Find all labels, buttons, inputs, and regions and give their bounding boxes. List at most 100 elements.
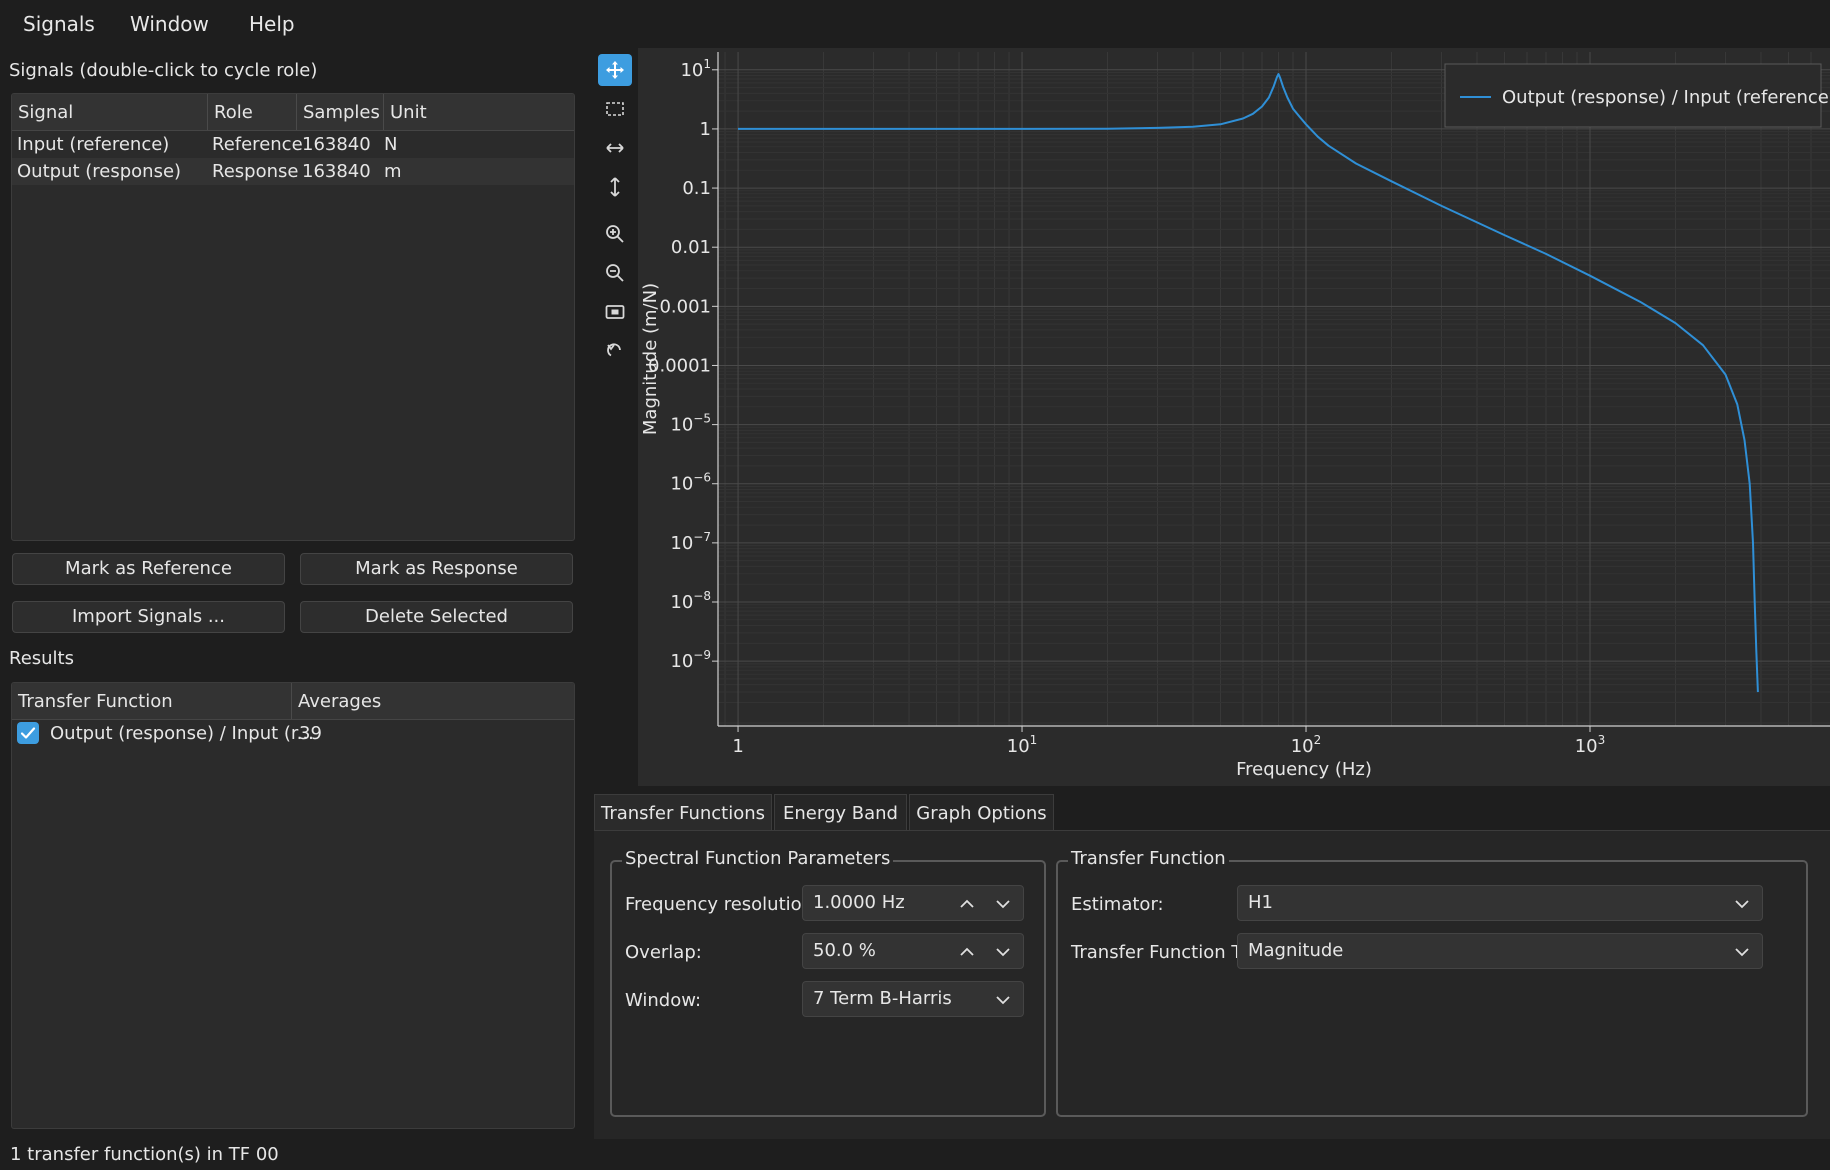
mark-as-reference-button[interactable]: Mark as Reference [12,553,285,585]
menu-signals[interactable]: Signals [23,12,95,36]
overlap-spinbox[interactable]: 50.0 % [802,933,1024,969]
result-averages: 39 [299,723,322,744]
signal-samples: 163840 [302,134,371,155]
transfer-function-group-title: Transfer Function [1068,848,1229,869]
window-value: 7 Term B-Harris [813,988,952,1009]
chevron-down-icon [996,996,1010,1005]
y-tick-label: 10−8 [670,589,711,613]
x-tick-label: 103 [1575,733,1606,757]
window-label: Window: [625,990,702,1011]
legend: Output (response) / Input (reference) [1444,63,1830,128]
tab-graph-options[interactable]: Graph Options [909,794,1054,832]
frequency-resolution-label: Frequency resolution: [625,894,820,915]
zoom-in-tool-button[interactable] [598,218,632,250]
tab-transfer-functions[interactable]: Transfer Functions [594,794,772,832]
menu-window[interactable]: Window [130,12,209,36]
zoom-y-icon [610,177,620,197]
x-axis-label: Frequency (Hz) [1236,759,1372,780]
chevron-up-icon[interactable] [960,897,974,911]
transfer-function-type-value: Magnitude [1248,940,1344,961]
signals-table[interactable]: Signal Role Samples Unit Input (referenc… [11,93,575,541]
y-tick-label: 1 [700,119,711,140]
y-tick-label: 0.001 [659,296,711,317]
box-zoom-icon [606,102,624,116]
tab-energy-band[interactable]: Energy Band [774,794,907,832]
import-signals-button[interactable]: Import Signals ... [12,601,285,633]
x-tick-label: 102 [1291,733,1322,757]
column-header-averages[interactable]: Averages [292,683,574,719]
window-select[interactable]: 7 Term B-Harris [802,981,1024,1017]
table-row[interactable]: Output (response) Response 163840 m [12,158,574,185]
signal-name: Output (response) [17,161,182,182]
zoom-x-icon [606,143,624,153]
transfer-function-group: Transfer Function Estimator: H1 Transfer… [1056,848,1808,1117]
menu-bar: Signals Window Help [0,0,1830,48]
tab-panel-transfer-functions: Spectral Function Parameters Frequency r… [594,830,1830,1139]
signals-table-header: Signal Role Samples Unit [12,94,574,131]
frequency-resolution-value: 1.0000 Hz [813,892,905,913]
signal-samples: 163840 [302,161,371,182]
chevron-down-icon[interactable] [996,897,1010,911]
menu-help[interactable]: Help [249,12,295,36]
y-tick-label: 0.1 [682,178,711,199]
signal-role: Response [212,161,299,182]
frequency-resolution-spinbox[interactable]: 1.0000 Hz [802,885,1024,921]
column-header-transfer-function[interactable]: Transfer Function [12,683,292,719]
legend-label: Output (response) / Input (reference) [1502,87,1830,108]
chevron-down-icon[interactable] [996,945,1010,959]
overlap-value: 50.0 % [813,940,876,961]
y-tick-label: 10−9 [670,648,711,672]
fit-view-icon [605,305,625,319]
zoom-y-tool-button[interactable] [598,171,632,203]
pan-icon [606,61,624,79]
transfer-function-type-select[interactable]: Magnitude [1237,933,1763,969]
zoom-out-tool-button[interactable] [598,257,632,289]
plot-canvas[interactable]: 1 101 102 10310110.10.010.0010.000110−510−6… [638,48,1830,786]
y-tick-label: 10−6 [670,471,711,495]
y-tick-label: 101 [680,57,711,81]
fit-view-tool-button[interactable] [598,296,632,328]
mark-as-response-button[interactable]: Mark as Response [300,553,573,585]
transfer-function-plot[interactable]: 1 101 102 103 101 1 0.1 0.01 0.001 0.0001 10−5 10−6… [638,48,1830,786]
estimator-select[interactable]: H1 [1237,885,1763,921]
checkmark-icon [20,727,36,739]
chevron-down-icon [1735,900,1749,909]
reset-view-tool-button[interactable] [598,335,632,367]
signal-name: Input (reference) [17,134,170,155]
signal-unit: N [384,134,398,155]
zoom-out-icon [606,264,624,282]
results-table-header: Transfer Function Averages [12,683,574,720]
box-zoom-tool-button[interactable] [598,93,632,125]
column-header-role[interactable]: Role [208,94,297,130]
column-header-unit[interactable]: Unit [384,94,574,130]
estimator-label: Estimator: [1071,894,1164,915]
spectral-parameters-group: Spectral Function Parameters Frequency r… [610,848,1046,1117]
reset-icon [607,343,621,357]
x-tick-label: 1 [732,736,743,757]
pan-tool-button[interactable] [598,54,632,86]
signal-unit: m [384,161,402,182]
zoom-x-tool-button[interactable] [598,132,632,164]
result-visible-checkbox[interactable] [17,722,39,744]
y-tick-label: 10−7 [670,530,711,554]
signal-role: Reference [212,134,303,155]
x-tick-label: 101 [1007,733,1038,757]
zoom-in-icon [606,225,624,243]
chevron-down-icon [1735,948,1749,957]
column-header-signal[interactable]: Signal [12,94,208,130]
status-bar: 1 transfer function(s) in TF 00 [10,1144,279,1165]
table-row[interactable]: Output (response) / Input (r... 39 [12,720,574,747]
results-table[interactable]: Transfer Function Averages Output (respo… [11,682,575,1129]
delete-selected-button[interactable]: Delete Selected [300,601,573,633]
spectral-parameters-title: Spectral Function Parameters [622,848,894,869]
estimator-value: H1 [1248,892,1273,913]
column-header-samples[interactable]: Samples [297,94,384,130]
signals-section-title: Signals (double-click to cycle role) [9,60,318,81]
y-tick-label: 10−5 [670,412,711,436]
y-axis-label: Magnitude (m/N) [640,283,661,435]
chevron-up-icon[interactable] [960,945,974,959]
overlap-label: Overlap: [625,942,702,963]
plot-toolbar [592,48,638,786]
table-row[interactable]: Input (reference) Reference 163840 N [12,131,574,158]
y-tick-label: 0.01 [671,237,711,258]
